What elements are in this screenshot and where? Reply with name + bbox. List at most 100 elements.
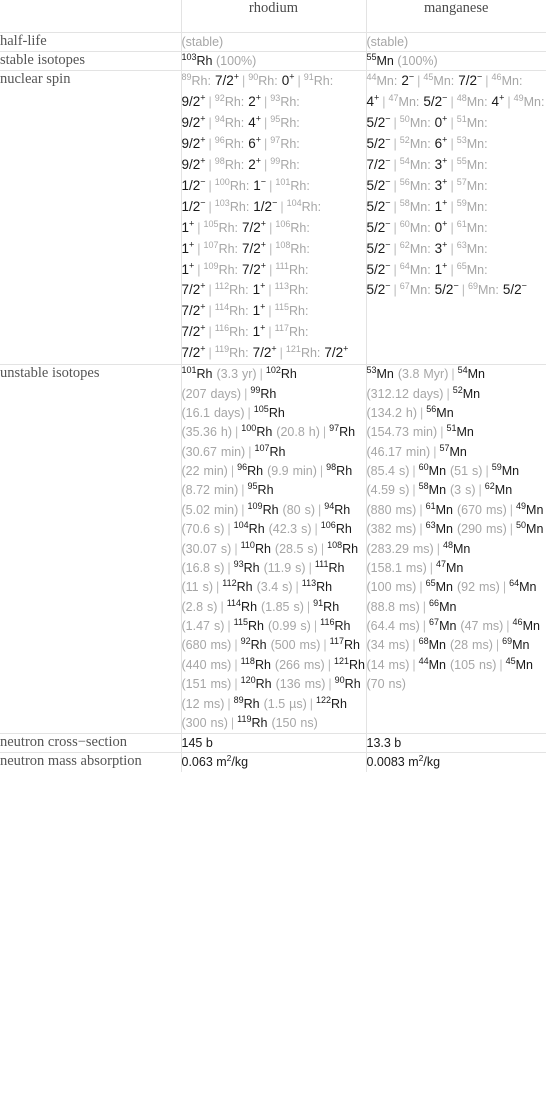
list-separator: | bbox=[216, 580, 220, 595]
isotope-half-life: (16.8 s) bbox=[181, 560, 225, 575]
isotope-label: 56Mn: bbox=[399, 176, 431, 193]
isotope-label: 46Mn bbox=[513, 617, 540, 633]
mass-number: 65 bbox=[456, 260, 467, 271]
mass-number: 49 bbox=[516, 500, 527, 511]
nuclear-spin-value: 1+ bbox=[181, 218, 195, 235]
parity-sign: − bbox=[385, 260, 391, 271]
mass-number: 107 bbox=[203, 239, 219, 250]
list-separator: | bbox=[264, 157, 268, 172]
parity-sign: + bbox=[343, 343, 349, 354]
list-separator: | bbox=[419, 580, 423, 595]
table-row-neutron-mass-absorption: neutron mass absorption 0.063 m2/kg 0.00… bbox=[0, 752, 546, 772]
mass-number: 53 bbox=[366, 365, 377, 375]
isotope-label: 67Mn bbox=[429, 617, 456, 633]
nuclear-spin-value: 1+ bbox=[181, 260, 195, 277]
mass-number: 96 bbox=[214, 134, 225, 145]
nuclear-spin-value: 7/2+ bbox=[181, 280, 206, 298]
element-symbol: Rh bbox=[316, 580, 333, 595]
list-separator: | bbox=[306, 599, 311, 614]
element-symbol: Rh bbox=[290, 178, 307, 193]
list-separator: | bbox=[242, 74, 246, 89]
list-separator: | bbox=[485, 464, 489, 479]
element-symbol: Rh bbox=[247, 464, 264, 479]
mass-number: 51 bbox=[446, 423, 457, 434]
list-separator: | bbox=[450, 178, 454, 193]
isotope-half-life: (136 ms) bbox=[275, 677, 326, 692]
mass-number: 51 bbox=[456, 113, 467, 124]
isotope-label: 95Rh bbox=[248, 482, 274, 498]
column-header-manganese: manganese bbox=[365, 0, 546, 33]
element-symbol: Rh bbox=[229, 178, 246, 193]
list-separator: | bbox=[227, 560, 231, 575]
element-symbol: Mn bbox=[409, 116, 428, 131]
nuclear-spin-value: 5/2− bbox=[366, 260, 391, 277]
mass-number: 98 bbox=[326, 461, 337, 472]
isotope-half-life: (207 days) bbox=[181, 386, 242, 401]
mass-number: 48 bbox=[442, 539, 453, 550]
nuclear-spin-value: 1+ bbox=[434, 197, 448, 214]
abundance: (100%) bbox=[397, 54, 438, 69]
parity-sign: − bbox=[385, 280, 391, 291]
isotope-label: 113Rh: bbox=[274, 281, 309, 298]
isotope-label: 49Mn bbox=[516, 500, 543, 517]
list-separator: | bbox=[450, 157, 454, 172]
element-symbol: Rh bbox=[229, 199, 246, 214]
mass-number: 91 bbox=[313, 597, 324, 608]
list-separator: | bbox=[208, 346, 212, 361]
isotope-label: 116Rh: bbox=[214, 323, 249, 340]
mass-number: 108 bbox=[275, 239, 291, 250]
element-symbol: Mn bbox=[428, 483, 447, 498]
mass-number: 44 bbox=[418, 655, 429, 666]
list-separator: | bbox=[309, 696, 313, 711]
mass-number: 63 bbox=[456, 239, 467, 250]
element-symbol: Rh bbox=[328, 560, 345, 575]
nuclear-spin-value: 7/2+ bbox=[242, 260, 267, 277]
list-separator: | bbox=[393, 262, 397, 277]
list-separator: | bbox=[227, 619, 231, 634]
element-symbol: Mn bbox=[409, 199, 428, 214]
mass-number: 56 bbox=[426, 403, 437, 414]
nuclear-spin-value: 7/2− bbox=[458, 71, 483, 89]
mass-number: 46 bbox=[491, 72, 502, 83]
element-symbol: Rh bbox=[243, 560, 260, 575]
list-separator: | bbox=[422, 619, 427, 634]
isotope-half-life: (680 ms) bbox=[181, 638, 232, 653]
list-separator: | bbox=[485, 74, 489, 89]
mass-number: 47 bbox=[388, 93, 399, 104]
row-label-neutron-mass-absorption: neutron mass absorption bbox=[0, 752, 182, 772]
isotope-label: 47Mn bbox=[436, 559, 464, 575]
mass-number: 95 bbox=[270, 113, 281, 124]
mass-number: 112 bbox=[222, 578, 237, 589]
nuclear-spin-value: 5/2− bbox=[366, 134, 391, 152]
nuclear-spin-value: 3+ bbox=[434, 176, 448, 193]
isotope-label: 104Rh bbox=[234, 521, 265, 537]
isotope-half-life: (1.5 µs) bbox=[263, 696, 307, 711]
isotope-label: 53Mn bbox=[366, 365, 394, 382]
list-separator: | bbox=[317, 502, 322, 517]
nuclear-spin-value: 1+ bbox=[252, 322, 266, 340]
mass-number: 54 bbox=[457, 365, 468, 375]
mass-number: 53 bbox=[456, 134, 467, 145]
list-separator: | bbox=[322, 425, 327, 440]
mass-number: 117 bbox=[329, 636, 344, 647]
list-separator: | bbox=[259, 367, 263, 382]
list-separator: | bbox=[268, 325, 272, 340]
list-separator: | bbox=[450, 95, 454, 110]
element-symbol: Rh bbox=[280, 137, 297, 152]
element-symbol: Mn bbox=[519, 580, 537, 595]
element-symbol: Mn bbox=[466, 220, 485, 235]
list-separator: | bbox=[393, 116, 397, 131]
element-symbol: Rh bbox=[224, 157, 241, 172]
nuclear-spin-value: 0+ bbox=[434, 218, 448, 235]
mass-number: 122 bbox=[316, 694, 332, 705]
table-row-stable-isotopes: stable isotopes 103Rh (100%) 55Mn (100%) bbox=[0, 51, 546, 72]
element-symbol: Mn bbox=[446, 560, 464, 575]
unstable-isotopes-rhodium: 101Rh (3.3 yr) | 102Rh (207 days) | 99Rh (16… bbox=[180, 364, 367, 735]
element-symbol: Mn bbox=[526, 522, 544, 537]
nuclear-spin-value: 9/2+ bbox=[181, 92, 206, 110]
element-symbol: Rh bbox=[241, 599, 258, 614]
element-symbol: Mn bbox=[466, 178, 485, 193]
mass-number: 100 bbox=[241, 423, 257, 434]
element-symbol: Rh bbox=[262, 502, 279, 517]
nuclear-spin-list: 89Rh: 7/2+ | 90Rh: 0+ | 91Rh: 9/2+ | 92Rh: 2+ |… bbox=[182, 71, 366, 364]
